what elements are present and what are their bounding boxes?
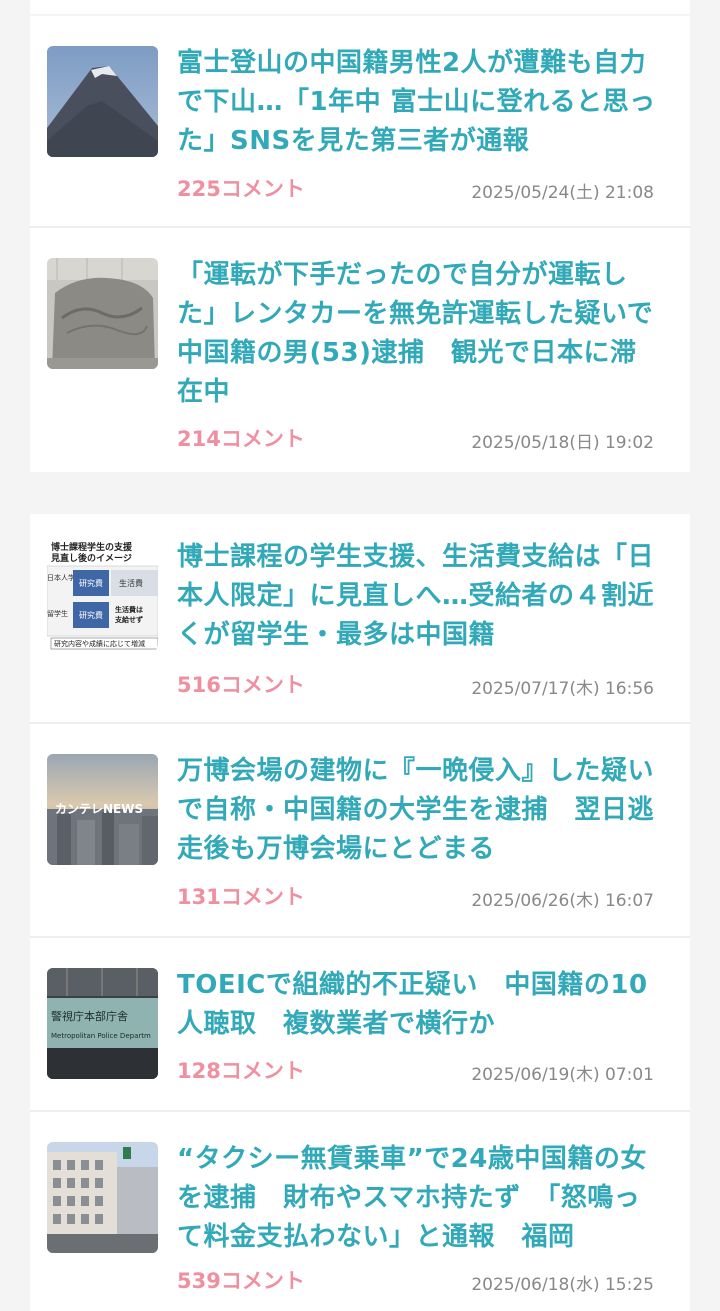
- previous-card-bottom: [30, 0, 690, 14]
- support-diagram-graphic: 博士課程学生の支援 見直し後のイメージ 日本人学生 留学生 研究費 研究費 生活…: [47, 540, 158, 651]
- mount-fuji-photo: [47, 46, 158, 157]
- diagram-footer: 研究内容や成績に応じて増減: [54, 639, 145, 648]
- article-card[interactable]: 「運転が下手だったので自分が運転した」レンタカーを無免許運転した疑いで中国籍の男…: [30, 228, 690, 472]
- article-group-b: 博士課程学生の支援 見直し後のイメージ 日本人学生 留学生 研究費 研究費 生活…: [30, 514, 690, 1311]
- comment-count: 539コメント: [177, 1269, 305, 1293]
- article-date: 2025/05/18(日) 19:02: [471, 433, 654, 453]
- article-card[interactable]: 富士登山の中国籍男性2人が遭難も自力で下山…「1年中 富士山に登れると思った」S…: [30, 16, 690, 228]
- article-card[interactable]: 博士課程学生の支援 見直し後のイメージ 日本人学生 留学生 研究費 研究費 生活…: [30, 514, 690, 724]
- diagram-box: 研究費: [79, 610, 103, 620]
- diagram-subheading: 見直し後のイメージ: [50, 552, 132, 564]
- article-title[interactable]: 富士登山の中国籍男性2人が遭難も自力で下山…「1年中 富士山に登れると思った」S…: [177, 44, 657, 161]
- comment-count: 131コメント: [177, 885, 305, 909]
- article-card[interactable]: 警視庁本部庁舎 Metropolitan Police Departm TOEI…: [30, 938, 690, 1112]
- diagram-row-foreign: 留学生: [47, 609, 68, 618]
- diagram-note: 生活費は: [115, 605, 143, 614]
- article-title[interactable]: TOEICで組織的不正疑い 中国籍の10人聴取 複数業者で横行か: [177, 966, 657, 1044]
- diagram-box: 生活費: [119, 578, 143, 588]
- article-title[interactable]: 万博会場の建物に『一晩侵入』した疑いで自称・中国籍の大学生を逮捕 翌日逃走後も万…: [177, 752, 657, 869]
- diagram-note: 支給せず: [114, 615, 143, 624]
- office-building-photo: [47, 1142, 158, 1253]
- article-date: 2025/06/26(木) 16:07: [471, 891, 654, 911]
- article-date: 2025/05/24(土) 21:08: [471, 183, 654, 203]
- article-title[interactable]: 「運転が下手だったので自分が運転した」レンタカーを無免許運転した疑いで中国籍の男…: [177, 256, 657, 412]
- article-card[interactable]: カンテレNEWS 万博会場の建物に『一晩侵入』した疑いで自称・中国籍の大学生を逮…: [30, 724, 690, 938]
- news-list-page: 富士登山の中国籍男性2人が遭難も自力で下山…「1年中 富士山に登れると思った」S…: [0, 0, 720, 1311]
- comment-count: 214コメント: [177, 427, 305, 451]
- comment-count: 516コメント: [177, 673, 305, 697]
- article-title[interactable]: 博士課程の学生支援、生活費支給は「日本人限定」に見直しへ…受給者の４割近くが留学…: [177, 538, 657, 655]
- article-title[interactable]: “タクシー無賃乗車”で24歳中国籍の女を逮捕 財布やスマホ持たず 「怒鳴って料金…: [177, 1140, 657, 1257]
- diagram-box: 研究費: [79, 578, 103, 588]
- comment-count: 225コメント: [177, 177, 305, 201]
- stone-monument-photo: [47, 258, 158, 369]
- article-date: 2025/06/19(木) 07:01: [471, 1065, 654, 1085]
- sign-text-japanese: 警視庁本部庁舎: [51, 1009, 128, 1023]
- article-card[interactable]: “タクシー無賃乗車”で24歳中国籍の女を逮捕 財布やスマホ持たず 「怒鳴って料金…: [30, 1112, 690, 1311]
- article-date: 2025/06/18(水) 15:25: [471, 1275, 654, 1295]
- police-hq-sign-photo: 警視庁本部庁舎 Metropolitan Police Departm: [47, 968, 158, 1079]
- city-skyline-photo: カンテレNEWS: [47, 754, 158, 865]
- diagram-heading: 博士課程学生の支援: [51, 541, 133, 553]
- kantele-news-logo: カンテレNEWS: [55, 802, 143, 816]
- sign-text-english: Metropolitan Police Departm: [51, 1032, 151, 1040]
- article-date: 2025/07/17(木) 16:56: [471, 679, 654, 699]
- comment-count: 128コメント: [177, 1059, 305, 1083]
- article-group-a: 富士登山の中国籍男性2人が遭難も自力で下山…「1年中 富士山に登れると思った」S…: [30, 16, 690, 472]
